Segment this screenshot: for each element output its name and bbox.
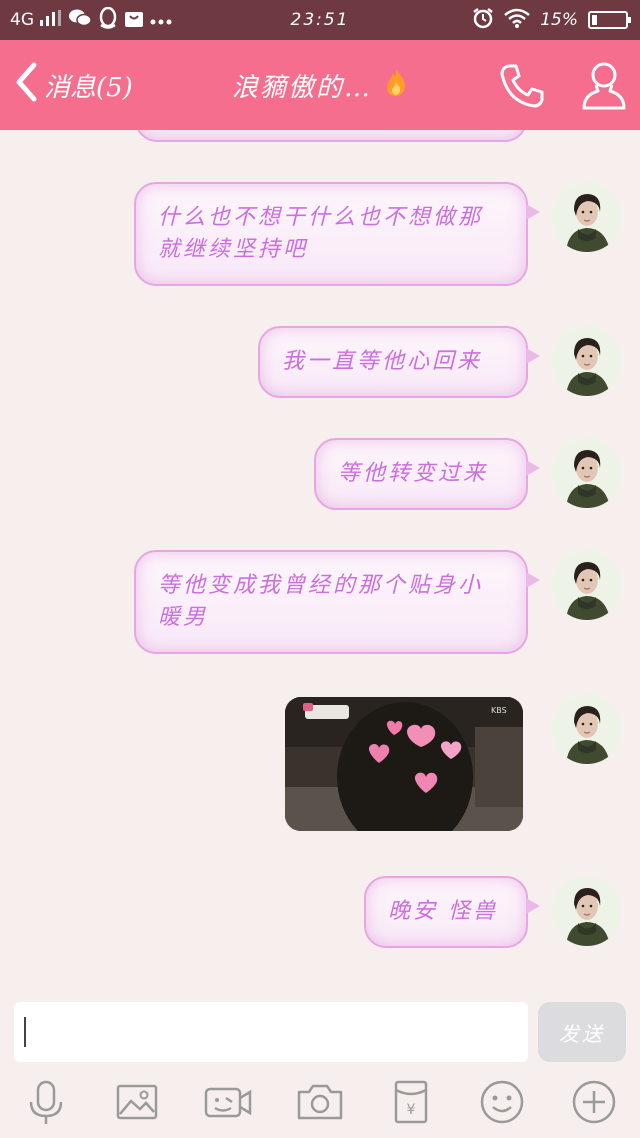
fire-icon — [384, 67, 408, 104]
avatar[interactable] — [552, 694, 622, 764]
chat-header: 消息(5) 浪豴傲的… — [0, 40, 640, 130]
message-bubble[interactable]: 什么也不想干什么也不想做那就继续坚持吧 — [134, 182, 540, 286]
phone-icon — [498, 64, 546, 114]
message-text: 等他转变过来 — [338, 461, 489, 486]
message-text: 什么也不想干什么也不想做那就继续坚持吧 — [158, 205, 484, 262]
avatar[interactable] — [552, 550, 622, 620]
avatar[interactable] — [552, 438, 622, 508]
mic-icon[interactable] — [20, 1076, 72, 1128]
text-caret — [24, 1017, 26, 1047]
image-message[interactable]: KBS — [285, 697, 523, 831]
image-icon[interactable] — [111, 1076, 163, 1128]
battery-label: 15% — [540, 10, 578, 30]
send-button[interactable]: 发送 — [538, 1002, 626, 1062]
message-list[interactable]: 什么也不想干什么也不想做那就继续坚持吧 我一直等他心回来 等他转变过来 等他变成… — [0, 130, 640, 990]
message-bubble[interactable]: 我一直等他心回来 — [258, 326, 540, 398]
photo-content: KBS — [285, 697, 523, 831]
profile-button[interactable] — [580, 60, 628, 112]
message-bubble[interactable]: 等他变成我曾经的那个贴身小暖男 — [134, 550, 540, 654]
message-bubble[interactable]: 晚安 怪兽 — [364, 876, 540, 948]
status-right: 15% — [472, 0, 631, 40]
svg-text:¥: ¥ — [407, 1102, 416, 1118]
phone-call-button[interactable] — [498, 62, 546, 110]
alarm-icon — [472, 7, 494, 34]
emoji-icon[interactable] — [476, 1076, 528, 1128]
status-bar: 4G 23:51 15% — [0, 0, 640, 40]
avatar[interactable] — [552, 326, 622, 396]
message-text: 我一直等他心回来 — [282, 349, 483, 374]
person-icon — [580, 62, 628, 116]
wifi-icon — [504, 8, 531, 33]
message-input[interactable] — [14, 1002, 528, 1062]
video-call-icon[interactable] — [202, 1076, 254, 1128]
red-packet-icon[interactable]: ¥ — [385, 1076, 437, 1128]
message-bubble[interactable]: 等他转变过来 — [314, 438, 540, 510]
camera-icon[interactable] — [294, 1076, 346, 1128]
avatar[interactable] — [552, 876, 622, 946]
photo-watermark: KBS — [491, 706, 507, 715]
battery-fill — [592, 15, 597, 25]
avatar[interactable] — [552, 182, 622, 252]
plus-icon[interactable] — [568, 1076, 620, 1128]
message-text: 晚安 怪兽 — [388, 899, 498, 924]
chat-toolbar: ¥ — [0, 1070, 640, 1138]
message-bubble-partial[interactable] — [135, 130, 527, 142]
input-bar: 发送 — [0, 990, 640, 1070]
message-text: 等他变成我曾经的那个贴身小暖男 — [158, 573, 484, 630]
battery-icon — [588, 11, 631, 29]
chat-title: 浪豴傲的… — [231, 72, 372, 103]
